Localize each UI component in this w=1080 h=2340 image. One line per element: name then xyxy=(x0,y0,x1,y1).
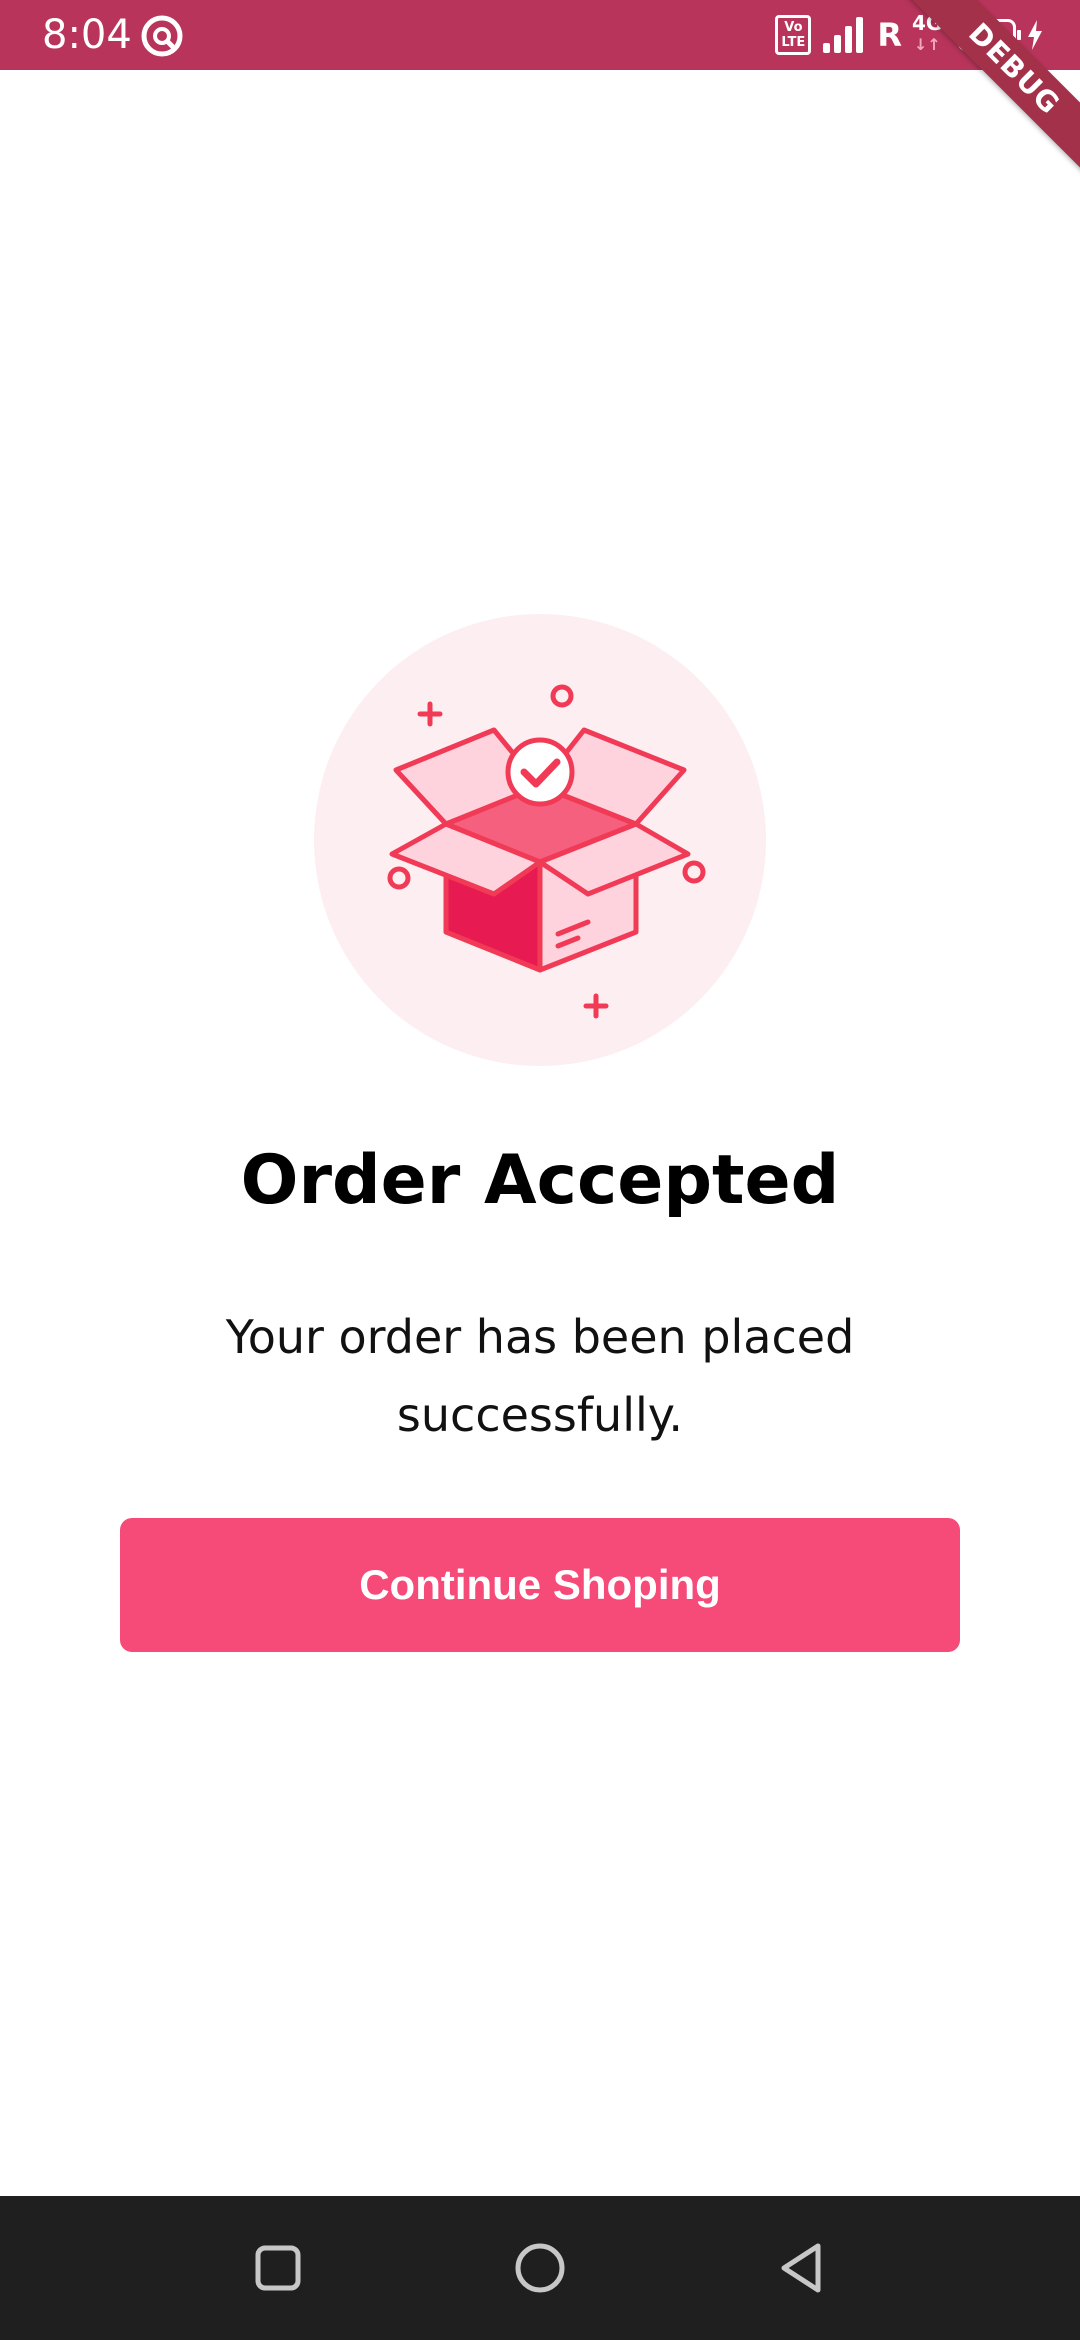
back-button[interactable] xyxy=(766,2232,838,2304)
circle-icon xyxy=(515,2243,565,2293)
continue-shopping-button[interactable]: Continue Shoping xyxy=(120,1518,960,1652)
status-time: 8:04 xyxy=(42,12,132,58)
order-accepted-screen: 8:04 Vo LTE R 4G ↓↑ 58 xyxy=(0,0,1080,2340)
volte-line1: Vo xyxy=(784,20,803,35)
triangle-back-icon xyxy=(781,2243,821,2293)
volte-line2: LTE xyxy=(781,35,806,50)
data-activity-icon: ↓↑ xyxy=(914,35,941,54)
app-notification-icon xyxy=(141,15,183,57)
open-box-check-icon xyxy=(314,614,766,1066)
charging-icon xyxy=(1028,20,1042,50)
confirmation-message: Your order has been placed successfully. xyxy=(225,1310,855,1442)
page-title: Order Accepted xyxy=(240,1141,840,1220)
roaming-indicator: R xyxy=(877,16,902,54)
system-navigation-bar xyxy=(0,2196,1080,2340)
volte-badge: Vo LTE xyxy=(775,15,812,55)
recents-button[interactable] xyxy=(242,2232,314,2304)
signal-strength-icon xyxy=(823,17,864,53)
home-button[interactable] xyxy=(504,2232,576,2304)
square-icon xyxy=(255,2245,301,2291)
status-bar: 8:04 Vo LTE R 4G ↓↑ 58 xyxy=(0,0,1080,70)
